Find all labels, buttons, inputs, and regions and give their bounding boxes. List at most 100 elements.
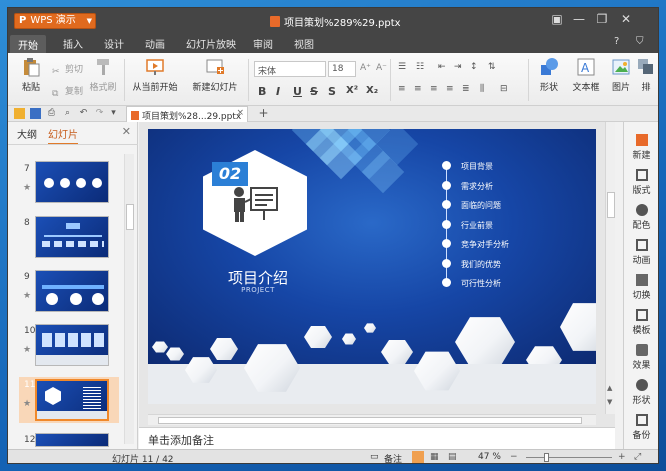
notes-placeholder[interactable]: 单击添加备注: [148, 432, 214, 448]
textbox-button[interactable]: A 文本框: [568, 57, 604, 93]
normal-view-icon[interactable]: [412, 451, 424, 463]
notes-toggle-label[interactable]: 备注: [384, 452, 402, 463]
slides-scrollbar[interactable]: [124, 154, 134, 444]
app-menu-button[interactable]: P WPS 演示 ▼: [14, 13, 96, 29]
tab-review[interactable]: 审阅: [253, 36, 273, 51]
slide-title[interactable]: 项目介绍: [218, 267, 298, 288]
close-tab-icon[interactable]: ×: [236, 108, 244, 118]
undo-icon[interactable]: ↶: [78, 108, 89, 119]
task-backup-button[interactable]: 备份: [624, 414, 658, 441]
shape-button[interactable]: 形状: [533, 57, 565, 93]
subscript-icon[interactable]: X₂: [366, 85, 378, 96]
slide-thumbnail[interactable]: [35, 161, 109, 203]
tab-slideshow[interactable]: 幻灯片放映: [186, 36, 236, 51]
superscript-icon[interactable]: X²: [346, 85, 358, 96]
scrollbar-thumb[interactable]: [158, 417, 582, 424]
italic-icon[interactable]: I: [276, 85, 280, 98]
line-spacing-icon[interactable]: ↕: [470, 62, 478, 72]
notes-pane[interactable]: 单击添加备注: [139, 427, 615, 449]
tab-insert[interactable]: 插入: [63, 36, 83, 51]
agenda-item[interactable]: 我们的优势: [461, 259, 501, 270]
copy-button[interactable]: ⧉ 复制: [52, 84, 83, 100]
agenda-item[interactable]: 行业前景: [461, 220, 493, 231]
scroll-up-page-icon[interactable]: ▲: [607, 384, 612, 392]
text-shadow-icon[interactable]: S: [328, 85, 336, 98]
task-shape-button[interactable]: 形状: [624, 379, 658, 406]
agenda-item[interactable]: 需求分析: [461, 181, 493, 192]
new-slide-button[interactable]: 新建幻灯片: [188, 57, 242, 93]
indent-increase-icon[interactable]: ⇥: [454, 62, 462, 72]
skin-icon[interactable]: ▣: [548, 12, 566, 26]
close-button[interactable]: ✕: [617, 12, 635, 26]
save-icon[interactable]: [30, 108, 41, 119]
task-transition-button[interactable]: 切换: [624, 274, 658, 301]
slide-thumbnail[interactable]: [35, 270, 109, 312]
shirt-skin-icon[interactable]: ⛉: [636, 36, 644, 47]
bold-icon[interactable]: B: [258, 85, 266, 98]
font-name-select[interactable]: 宋体: [254, 61, 326, 77]
align-left-icon[interactable]: ≡: [398, 84, 406, 94]
grow-font-icon[interactable]: A⁺: [360, 63, 371, 73]
reading-view-icon[interactable]: ▤: [448, 452, 457, 462]
open-folder-icon[interactable]: [14, 108, 25, 119]
slide-thumbnail[interactable]: [35, 433, 109, 447]
paste-button[interactable]: 粘贴: [16, 57, 46, 93]
shrink-font-icon[interactable]: A⁻: [376, 63, 387, 73]
scrollbar-thumb[interactable]: [607, 192, 615, 218]
bullet-list-icon[interactable]: ☰: [398, 62, 406, 72]
text-direction-icon[interactable]: ⇅: [488, 62, 496, 72]
font-size-select[interactable]: 18: [328, 61, 356, 77]
numbered-list-icon[interactable]: ☷: [416, 62, 424, 72]
task-effect-button[interactable]: 效果: [624, 344, 658, 371]
picture-button[interactable]: 图片: [608, 57, 634, 93]
print-icon[interactable]: ⎙: [46, 108, 57, 119]
task-layout-button[interactable]: 版式: [624, 169, 658, 196]
agenda-item[interactable]: 项目背景: [461, 161, 493, 172]
cut-button[interactable]: ✂ 剪切: [52, 62, 83, 78]
notes-toggle-icon[interactable]: ▭: [370, 452, 379, 462]
slide-thumbnail-selected[interactable]: [35, 379, 109, 421]
task-color-button[interactable]: 配色: [624, 204, 658, 231]
slide-subtitle[interactable]: PROJECT: [218, 286, 298, 294]
play-from-current-button[interactable]: 从当前开始: [128, 57, 182, 93]
new-tab-button[interactable]: +: [258, 107, 269, 119]
indent-decrease-icon[interactable]: ⇤: [438, 62, 446, 72]
tab-slides[interactable]: 幻灯片: [48, 126, 78, 145]
document-tab[interactable]: 项目策划%28...29.pptx ×: [126, 106, 248, 122]
format-painter-button[interactable]: 格式刷: [88, 57, 118, 93]
slide-thumbnail[interactable]: [35, 324, 109, 366]
task-new-button[interactable]: 新建: [624, 134, 658, 161]
canvas-horizontal-scrollbar[interactable]: [148, 414, 596, 425]
zoom-out-icon[interactable]: −: [510, 452, 518, 462]
task-animation-button[interactable]: 动画: [624, 239, 658, 266]
redo-icon[interactable]: ↷: [94, 108, 105, 119]
scrollbar-thumb[interactable]: [126, 204, 134, 230]
agenda-item[interactable]: 面临的问题: [461, 200, 501, 211]
scroll-down-page-icon[interactable]: ▼: [607, 398, 612, 406]
align-center-icon[interactable]: ≡: [414, 84, 422, 94]
zoom-slider-track[interactable]: [526, 457, 612, 458]
zoom-in-icon[interactable]: +: [618, 452, 626, 462]
tab-home[interactable]: 开始: [10, 35, 46, 53]
underline-icon[interactable]: U: [293, 85, 302, 98]
columns-icon[interactable]: ⫼: [480, 84, 484, 94]
tab-animation[interactable]: 动画: [145, 36, 165, 51]
close-icon[interactable]: ✕: [122, 125, 131, 138]
fit-window-icon[interactable]: ⤢: [634, 452, 641, 462]
customize-dropdown-icon[interactable]: ▾: [108, 108, 119, 119]
current-slide[interactable]: 02 项目介绍 PROJECT 项目背景 需求分析 面临的问题 行业前景 竞争对…: [148, 129, 596, 364]
zoom-slider-thumb[interactable]: [544, 453, 549, 462]
canvas-vertical-scrollbar[interactable]: ▲ ▼: [605, 122, 615, 414]
minimize-button[interactable]: —: [570, 12, 588, 26]
restore-button[interactable]: ❐: [593, 12, 611, 26]
task-template-button[interactable]: 模板: [624, 309, 658, 336]
tab-design[interactable]: 设计: [104, 36, 124, 51]
agenda-item[interactable]: 可行性分析: [461, 278, 501, 289]
help-icon[interactable]: ?: [614, 36, 619, 47]
distribute-icon[interactable]: ≣: [462, 84, 470, 94]
tab-outline[interactable]: 大纲: [17, 126, 37, 141]
agenda-item[interactable]: 竞争对手分析: [461, 239, 509, 250]
print-preview-icon[interactable]: ⌕: [62, 108, 73, 119]
arrange-button[interactable]: 排: [636, 57, 656, 93]
justify-icon[interactable]: ≡: [446, 84, 454, 94]
